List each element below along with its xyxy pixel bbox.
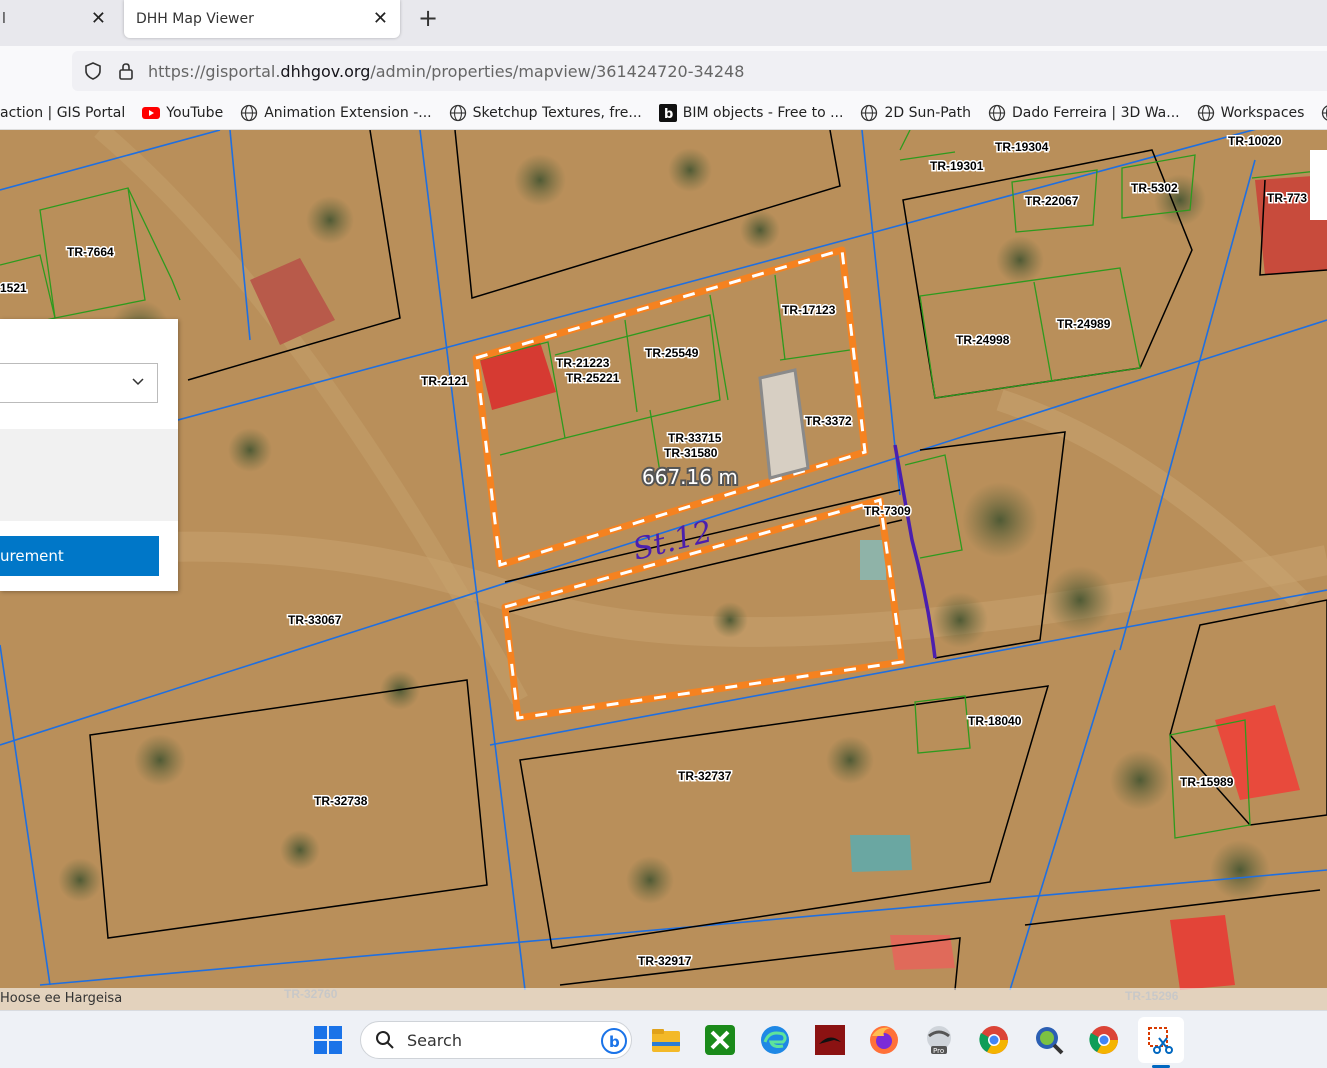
tab-previous-label: l xyxy=(2,11,6,27)
bookmark-animation-extension[interactable]: Animation Extension -... xyxy=(240,104,432,122)
parcel-label: TR-773 xyxy=(1267,191,1307,205)
bing-icon: b xyxy=(601,1028,627,1054)
bookmark-label: action | GIS Portal xyxy=(0,104,126,121)
snipping-tool-icon[interactable] xyxy=(1145,1024,1177,1056)
browser-tab-bar: l ✕ DHH Map Viewer ✕ + xyxy=(0,0,1327,46)
bookmark-gis-portal[interactable]: action | GIS Portal xyxy=(0,105,125,121)
parcel-label: TR-32917 xyxy=(638,954,692,968)
measurement-label: 667.16 m xyxy=(640,463,740,491)
globe-icon xyxy=(988,104,1006,121)
chrome-icon[interactable] xyxy=(978,1024,1010,1056)
bookmark-label: BIM objects - Free to ... xyxy=(682,104,844,121)
pro-app-icon[interactable]: Pro xyxy=(923,1024,955,1056)
bim-icon: b xyxy=(658,103,677,122)
firefox-icon[interactable] xyxy=(868,1024,900,1056)
map-attribution: Hoose ee Hargeisa xyxy=(0,988,1327,1010)
svg-text:b: b xyxy=(664,107,673,122)
xbox-icon[interactable] xyxy=(704,1024,736,1056)
parcel-label: TR-24989 xyxy=(1057,317,1111,331)
parcel-label: TR-33067 xyxy=(288,613,342,627)
bookmarks-bar: action | GIS Portal YouTube Animation Ex… xyxy=(0,96,1327,130)
app-red-icon[interactable] xyxy=(814,1024,846,1056)
windows-start-icon[interactable] xyxy=(312,1024,344,1056)
address-bar[interactable]: https://gisportal.dhhgov.org/admin/prope… xyxy=(72,51,1327,91)
url-path: /admin/properties/mapview/361424720-3424… xyxy=(370,61,745,81)
map-viewer[interactable]: 667.16 m St.12 TR-19304 TR-19301 TR-1002… xyxy=(0,130,1327,1010)
navigation-bar: https://gisportal.dhhgov.org/admin/prope… xyxy=(0,46,1327,96)
qgis-icon[interactable] xyxy=(1033,1024,1065,1056)
bookmark-overflow[interactable]: O xyxy=(1321,104,1327,122)
map-side-control[interactable] xyxy=(1310,150,1327,220)
parcel-label: TR-33715 xyxy=(668,431,722,445)
globe-icon xyxy=(449,104,466,121)
bookmark-label: Sketchup Textures, fre... xyxy=(472,104,642,121)
measurement-label-text: 667.16 m xyxy=(642,465,738,489)
bookmark-sketchup-textures[interactable]: Sketchup Textures, fre... xyxy=(449,104,642,122)
globe-icon xyxy=(1322,105,1327,120)
measurement-button-label: urement xyxy=(0,547,64,565)
windows-taskbar: Search b Pro xyxy=(0,1010,1327,1068)
tab-close-icon[interactable]: ✕ xyxy=(373,8,388,29)
parcel-label: TR-7664 xyxy=(67,245,114,259)
measurement-unit-dropdown[interactable] xyxy=(0,363,158,403)
youtube-icon xyxy=(142,106,161,119)
parcel-label: TR-18040 xyxy=(968,714,1022,728)
parcel-label: TR-2121 xyxy=(421,374,468,388)
chevron-down-icon xyxy=(132,378,144,386)
parcel-label: TR-19304 xyxy=(995,140,1049,154)
map-canvas[interactable]: 667.16 m St.12 TR-19304 TR-19301 TR-1002… xyxy=(0,130,1327,1010)
parcel-label: TR-22067 xyxy=(1025,194,1079,208)
parcel-label: TR-15989 xyxy=(1180,775,1234,789)
svg-text:Pro: Pro xyxy=(933,1047,944,1055)
bookmark-dado-ferreira[interactable]: Dado Ferreira | 3D Wa... xyxy=(988,104,1180,122)
bookmark-workspaces[interactable]: Workspaces xyxy=(1197,104,1305,122)
lock-icon[interactable] xyxy=(118,62,134,80)
bookmark-label: YouTube xyxy=(166,104,224,121)
bookmark-label: Workspaces xyxy=(1220,104,1305,121)
new-measurement-button[interactable]: urement xyxy=(0,536,159,576)
tab-previous[interactable]: l ✕ xyxy=(0,0,118,38)
url-prefix: https://gisportal. xyxy=(148,61,281,81)
parcel-label: TR-17123 xyxy=(782,303,836,317)
parcel-label: TR-24998 xyxy=(956,333,1010,347)
taskbar-search-label: Search xyxy=(407,1030,462,1050)
panel-result-area xyxy=(0,429,178,521)
parcel-label: TR-32738 xyxy=(314,794,368,808)
parcel-label: TR-31580 xyxy=(664,446,718,460)
parcel-label: TR-10020 xyxy=(1228,134,1282,148)
parcel-label: TR-25549 xyxy=(645,346,699,360)
url-domain: dhhgov.org xyxy=(280,61,371,81)
parcel-label: TR-19301 xyxy=(930,159,984,173)
chrome-alt-icon[interactable] xyxy=(1088,1024,1120,1056)
bookmark-label: 2D Sun-Path xyxy=(884,104,972,121)
svg-text:b: b xyxy=(609,1033,620,1051)
bookmark-bim-objects[interactable]: b BIM objects - Free to ... xyxy=(658,103,844,122)
new-tab-button[interactable]: + xyxy=(418,4,438,32)
parcel-label: TR-21223 xyxy=(556,356,610,370)
tab-active-label: DHH Map Viewer xyxy=(136,11,254,27)
parcel-label: TR-25221 xyxy=(566,371,620,385)
shield-icon[interactable] xyxy=(84,62,102,80)
globe-icon xyxy=(861,104,878,121)
url-text[interactable]: https://gisportal.dhhgov.org/admin/prope… xyxy=(148,62,744,81)
bookmark-label: Dado Ferreira | 3D Wa... xyxy=(1012,104,1180,121)
parcel-label: TR-5302 xyxy=(1131,181,1178,195)
parcel-label: TR-7309 xyxy=(864,504,911,518)
tab-dhh-map-viewer[interactable]: DHH Map Viewer ✕ xyxy=(124,0,400,38)
bookmark-label: Animation Extension -... xyxy=(264,104,432,121)
parcel-label: TR-3372 xyxy=(805,414,852,428)
globe-icon xyxy=(1197,104,1214,121)
globe-icon xyxy=(241,104,258,121)
tab-previous-close-icon[interactable]: ✕ xyxy=(91,8,106,29)
file-explorer-icon[interactable] xyxy=(650,1024,682,1056)
bookmark-youtube[interactable]: YouTube xyxy=(142,104,223,122)
search-icon xyxy=(376,1031,394,1049)
parcel-label: 1521 xyxy=(0,281,27,295)
parcel-label: TR-32737 xyxy=(678,769,732,783)
edge-icon[interactable] xyxy=(759,1024,791,1056)
taskbar-search[interactable]: Search b xyxy=(360,1021,632,1059)
bookmark-sun-path[interactable]: 2D Sun-Path xyxy=(860,104,971,122)
measurement-panel: urement xyxy=(0,319,178,591)
